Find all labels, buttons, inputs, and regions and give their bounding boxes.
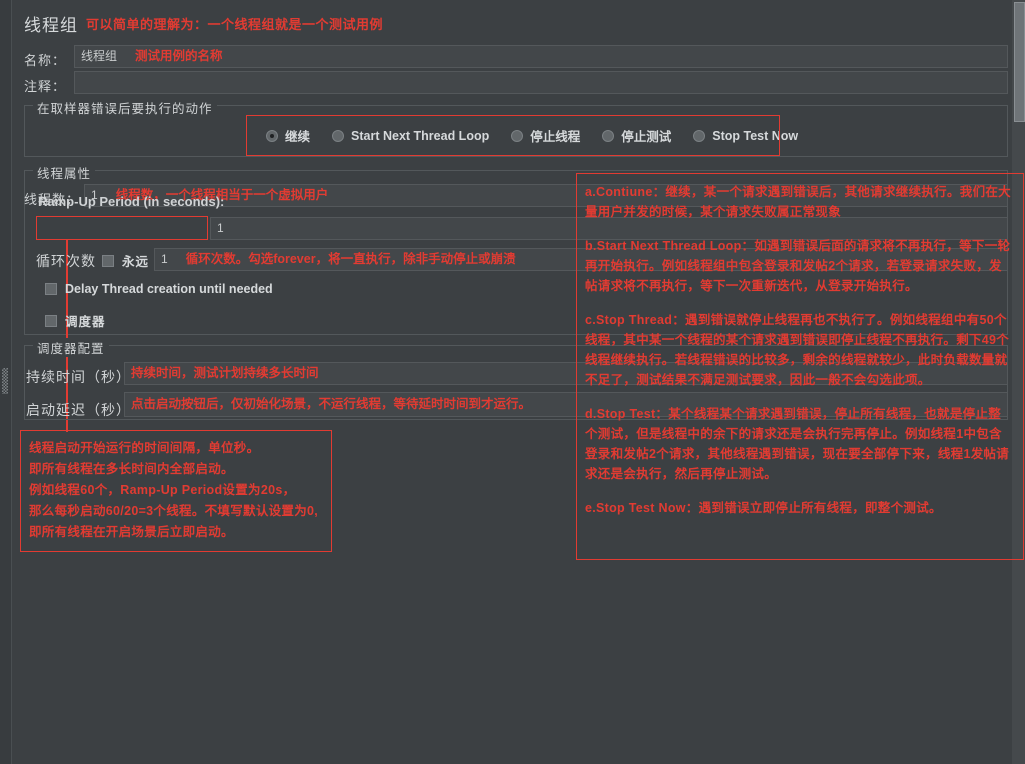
scheduler-checkbox[interactable]: 调度器 — [45, 311, 106, 330]
checkbox-icon[interactable] — [102, 254, 114, 267]
scheduler-checkbox-label: 调度器 — [65, 315, 106, 329]
rampup-note-line-3: 例如线程60个，Ramp-Up Period设置为20s， — [29, 483, 296, 497]
jmeter-thread-group-window: 线程组 可以简单的理解为：一个线程组就是一个测试用例 名称： 线程组测试用例的名… — [0, 0, 1025, 764]
rampup-note-line-2: 即所有线程在多长时间内全部启动。 — [29, 462, 234, 476]
radio-continue-label: 继续 — [285, 130, 311, 144]
radio-unselected-icon[interactable] — [511, 129, 524, 142]
loop-count-value: 1 — [161, 252, 168, 266]
radio-selected-icon[interactable] — [266, 129, 278, 142]
startup-delay-annotation: 点击启动按钮后，仅初始化场景，不运行线程，等待延时时间到才运行。 — [131, 397, 532, 411]
forever-label: 永远 — [122, 255, 150, 269]
radio-stop-thread-label: 停止线程 — [530, 130, 581, 144]
radio-continue[interactable]: 继续 — [266, 126, 310, 145]
comment-input[interactable] — [74, 71, 1008, 94]
startup-delay-label: 启动延迟（秒） — [26, 402, 131, 418]
vertical-scrollbar-thumb[interactable] — [1014, 2, 1025, 122]
note-continue: a.Contiune：继续，某一个请求遇到错误后，其他请求继续执行。我们在大量用… — [585, 185, 1011, 219]
name-input-value: 线程组 — [81, 49, 118, 63]
comment-label: 注释： — [24, 79, 67, 94]
thread-properties-group-title: 线程属性 — [33, 163, 96, 182]
note-stop-test: d.Stop Test：某个线程某个请求遇到错误，停止所有线程，也就是停止整个测… — [585, 407, 1010, 481]
radio-stop-thread[interactable]: 停止线程 — [511, 126, 580, 145]
loop-count-annotation: 循环次数。勾选forever，将一直执行，除非手动停止或崩溃 — [185, 252, 516, 266]
radio-stop-test-label: 停止测试 — [621, 130, 672, 144]
name-annotation: 测试用例的名称 — [135, 49, 223, 63]
duration-annotation: 持续时间，测试计划持续多长时间 — [131, 366, 319, 380]
loop-count-label: 循环次数 — [36, 253, 96, 269]
title-annotation: 可以简单的理解为：一个线程组就是一个测试用例 — [86, 17, 384, 32]
radio-start-next-thread-loop-label: Start Next Thread Loop — [351, 128, 490, 143]
error-action-group-title: 在取样器错误后要执行的动作 — [33, 98, 217, 117]
thread-group-panel: 线程组 可以简单的理解为：一个线程组就是一个测试用例 名称： 线程组测试用例的名… — [11, 0, 1024, 764]
radio-stop-test-now[interactable]: Stop Test Now — [693, 129, 798, 143]
duration-label: 持续时间（秒） — [26, 369, 131, 385]
rampup-label: Ramp-Up Period (in seconds): — [38, 194, 225, 209]
scheduler-config-group-title: 调度器配置 — [33, 338, 109, 357]
radio-unselected-icon[interactable] — [332, 129, 345, 142]
rampup-note-line-4: 那么每秒启动60/20=3个线程。不填写默认设置为0, — [29, 504, 319, 518]
delay-thread-creation-checkbox[interactable]: Delay Thread creation until needed — [45, 282, 273, 296]
checkbox-icon[interactable] — [45, 283, 57, 295]
rampup-explanation-box: 线程启动开始运行的时间间隔，单位秒。 即所有线程在多长时间内全部启动。 例如线程… — [20, 430, 332, 552]
note-start-next-thread-loop: b.Start Next Thread Loop：如遇到错误后面的请求将不再执行… — [585, 239, 1011, 293]
radio-unselected-icon[interactable] — [693, 129, 706, 142]
splitter-handle-icon[interactable] — [2, 368, 8, 394]
error-action-explanation-panel: a.Contiune：继续，某一个请求遇到错误后，其他请求继续执行。我们在大量用… — [576, 173, 1024, 560]
checkbox-icon[interactable] — [45, 314, 57, 327]
radio-start-next-thread-loop[interactable]: Start Next Thread Loop — [332, 129, 489, 143]
rampup-value: 1 — [217, 221, 224, 235]
name-input[interactable]: 线程组 测试用例的名称 — [74, 45, 1008, 68]
note-stop-thread: c.Stop Thread：遇到错误就停止线程再也不执行了。例如线程组中有50个… — [585, 313, 1010, 387]
page-title: 线程组 — [24, 16, 78, 35]
rampup-note-line-1: 线程启动开始运行的时间间隔，单位秒。 — [29, 441, 260, 455]
name-label: 名称： — [24, 53, 67, 68]
radio-unselected-icon[interactable] — [602, 129, 615, 142]
note-stop-test-now: e.Stop Test Now：遇到错误立即停止所有线程，即整个测试。 — [585, 501, 942, 515]
error-action-radio-group[interactable]: 继续 Start Next Thread Loop 停止线程 停止测试 Stop… — [266, 126, 798, 145]
delay-thread-creation-label: Delay Thread creation until needed — [65, 282, 273, 296]
rampup-note-line-5: 即所有线程在开启场景后立即启动。 — [29, 525, 234, 539]
radio-stop-test[interactable]: 停止测试 — [602, 126, 671, 145]
forever-checkbox[interactable]: 永远 — [102, 251, 149, 270]
radio-stop-test-now-label: Stop Test Now — [712, 128, 799, 143]
